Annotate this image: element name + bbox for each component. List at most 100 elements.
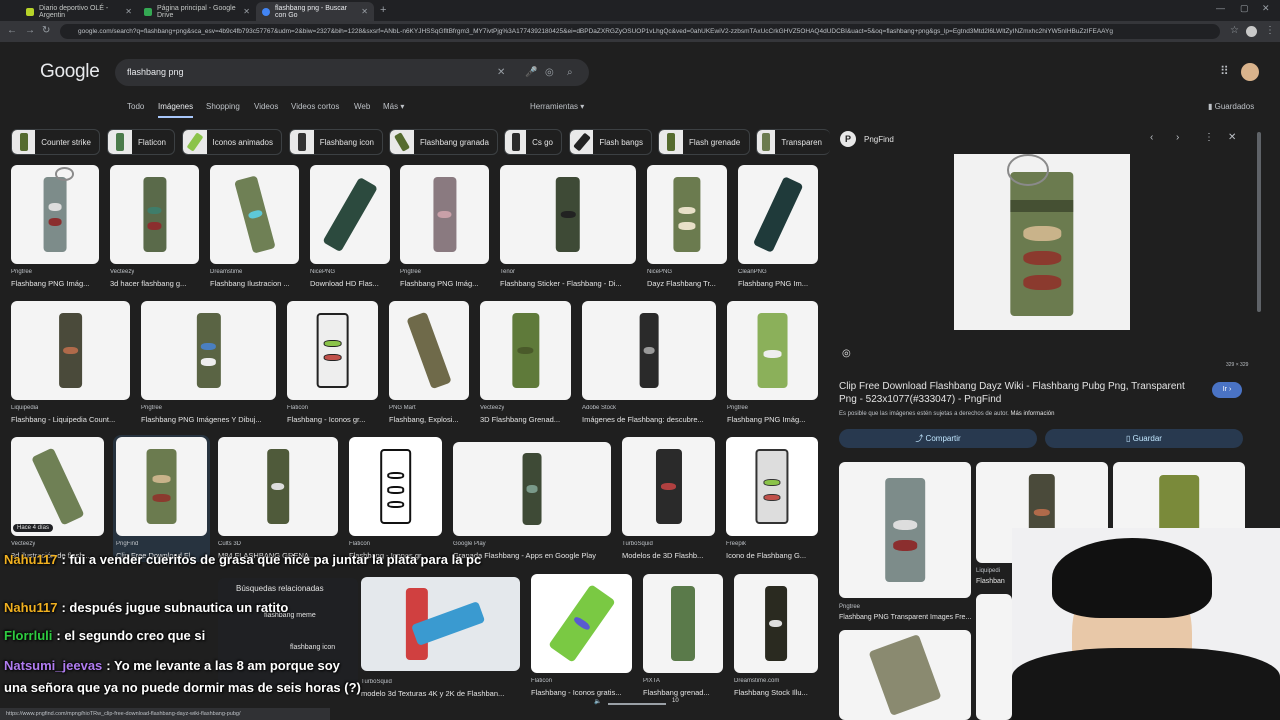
grenade-icon — [322, 176, 378, 253]
related-source: Pngtree — [839, 604, 861, 610]
chip-flash-grenade[interactable]: Flash grenade — [658, 129, 750, 155]
clear-icon[interactable]: ✕ — [497, 59, 505, 86]
image-result[interactable]: Freepik Icono de Flashbang G... — [726, 437, 818, 562]
minimize-icon[interactable]: — — [1216, 3, 1225, 13]
image-result-selected[interactable]: PngFind Clip Free Download Fl... — [113, 435, 210, 562]
image-result[interactable]: Pngtree Flashbang PNG Imág... — [400, 165, 489, 290]
tab-title: Página principal - Google Drive — [157, 4, 236, 19]
lens-icon[interactable]: ◎ — [545, 59, 554, 86]
maximize-icon[interactable]: ▢ — [1240, 3, 1249, 14]
related-image[interactable] — [839, 462, 971, 598]
chip-flash-bangs[interactable]: Flash bangs — [569, 129, 652, 155]
tab-mas[interactable]: Más ▾ — [383, 102, 404, 111]
panel-title[interactable]: Clip Free Download Flashbang Dayz Wiki -… — [839, 380, 1203, 406]
window-close-icon[interactable]: ✕ — [1262, 3, 1270, 14]
image-result[interactable]: Adobe Stock Imágenes de Flashbang: descub… — [582, 301, 716, 426]
image-result[interactable]: Flaticon Flashbang - Iconos gr... — [349, 437, 442, 562]
volume-track[interactable] — [608, 703, 666, 705]
chip-counter-strike[interactable]: Counter strike — [11, 129, 100, 155]
scrollbar[interactable] — [1257, 132, 1261, 312]
browser-tab-2[interactable]: Página principal - Google Drive ✕ — [138, 2, 256, 21]
image-result[interactable]: Dreamstime Flashbang Ilustracion ... — [210, 165, 299, 290]
grenade-icon — [196, 312, 221, 389]
image-result[interactable]: PIXTA Flashbang grenad... — [643, 574, 723, 702]
tab-videos[interactable]: Videos — [254, 102, 278, 111]
image-result[interactable]: TurboSquid Modelos de 3D Flashb... — [622, 437, 715, 562]
account-avatar[interactable] — [1241, 63, 1259, 81]
result-thumbnail — [11, 301, 130, 400]
browser-tab-1[interactable]: Diario deportivo OLÉ - Argentin ✕ — [20, 2, 138, 21]
chip-cs-go[interactable]: Cs go — [504, 129, 562, 155]
profile-avatar[interactable] — [1246, 26, 1257, 37]
image-result[interactable]: Dreamstime.com Flashbang Stock Illu... — [734, 574, 818, 702]
tab-todo[interactable]: Todo — [127, 102, 144, 111]
related-image[interactable] — [839, 630, 971, 720]
image-result[interactable]: CleanPNG Flashbang PNG Im... — [738, 165, 818, 290]
result-thumbnail — [738, 165, 818, 264]
new-tab-button[interactable]: + — [380, 4, 386, 16]
close-icon[interactable]: ✕ — [361, 7, 368, 16]
reload-icon[interactable]: ↻ — [42, 25, 50, 37]
grenade-icon — [146, 448, 177, 525]
image-result[interactable]: TurboSquid modelo 3d Texturas 4K y 2K de … — [361, 577, 520, 702]
next-icon[interactable]: › — [1176, 132, 1179, 143]
image-result[interactable]: NicePNG Dayz Flashbang Tr... — [647, 165, 727, 290]
grenade-icon — [885, 478, 925, 582]
close-icon[interactable]: ✕ — [125, 7, 132, 16]
tools-button[interactable]: Herramientas ▾ — [530, 102, 584, 111]
image-result[interactable]: Hace 4 días Vecteezy 3d ilustración de fla… — [11, 437, 104, 562]
image-result[interactable]: Pngtree Flashbang PNG Imág... — [11, 165, 99, 290]
close-icon[interactable]: ✕ — [243, 7, 250, 16]
image-result[interactable]: Flaticon Flashbang - Iconos gr... — [287, 301, 378, 426]
chip-flashbang-granada[interactable]: Flashbang granada — [389, 129, 498, 155]
back-icon[interactable]: ← — [7, 25, 17, 37]
image-result[interactable]: Vecteezy 3D Flashbang Grenad... — [480, 301, 571, 426]
chip-flaticon[interactable]: Flaticon — [107, 129, 175, 155]
result-source: PngFind — [116, 541, 139, 547]
save-button[interactable]: ▯ Guardar — [1045, 429, 1243, 448]
image-result[interactable]: Vecteezy 3d hacer flashbang g... — [110, 165, 199, 290]
grenade-icon — [755, 448, 789, 525]
saved-button[interactable]: ▮ Guardados — [1208, 102, 1254, 111]
image-result[interactable]: NicePNG Download HD Flas... — [310, 165, 390, 290]
chip-iconos-animados[interactable]: Iconos animados — [182, 129, 282, 155]
close-icon[interactable]: ✕ — [1228, 132, 1236, 143]
lens-icon[interactable]: ◎ — [842, 348, 851, 359]
search-icon[interactable]: ⌕ — [567, 59, 573, 86]
share-button[interactable]: ⤴ Compartir — [839, 429, 1037, 448]
search-input[interactable]: flashbang png ✕ 🎤 ◎ ⌕ — [115, 59, 589, 86]
related-item[interactable]: flashbang icon — [290, 644, 335, 651]
google-logo[interactable]: Google — [40, 61, 100, 83]
related-image[interactable] — [976, 594, 1012, 720]
tab-videos-cortos[interactable]: Videos cortos — [291, 102, 339, 111]
more-options-icon[interactable]: ⋮ — [1204, 132, 1214, 143]
chip-flashbang-icon[interactable]: Flashbang icon — [289, 129, 383, 155]
image-result[interactable]: Tenor Flashbang Sticker - Flashbang - Di.… — [500, 165, 636, 290]
microphone-icon[interactable]: 🎤 — [525, 59, 537, 86]
volume-slider[interactable]: 🔈 10 — [594, 698, 686, 710]
image-result[interactable]: Cults 3D M84 FLASHBANG GRENA... — [218, 437, 338, 562]
more-info-link[interactable]: Más información — [1010, 411, 1054, 417]
image-result[interactable]: Pngtree Flashbang PNG Imág... — [727, 301, 818, 426]
prev-icon[interactable]: ‹ — [1150, 132, 1153, 143]
visit-button[interactable]: Ir › — [1212, 382, 1242, 398]
tab-shopping[interactable]: Shopping — [206, 102, 240, 111]
bookmark-icon[interactable]: ☆ — [1230, 25, 1239, 37]
menu-icon[interactable]: ⋮ — [1265, 25, 1275, 37]
tab-imagenes[interactable]: Imágenes — [158, 102, 194, 118]
image-result[interactable]: Google Play Granada Flashbang - Apps en G… — [453, 437, 611, 562]
chip-label: Flash bangs — [599, 137, 643, 147]
image-result[interactable]: Liquipedia Flashbang - Liquipedia Count..… — [11, 301, 130, 426]
url-field[interactable]: google.com/search?q=flashbang+png&sca_es… — [60, 24, 1220, 39]
image-result[interactable]: PNG Mart Flashbang, Explosi... — [389, 301, 469, 426]
browser-tab-3[interactable]: flashbang png - Buscar con Go ✕ — [256, 2, 374, 21]
preview-image[interactable] — [954, 154, 1130, 330]
result-source: Flaticon — [349, 541, 371, 547]
tab-web[interactable]: Web — [354, 102, 370, 111]
panel-source[interactable]: PngFind — [864, 135, 894, 144]
forward-icon[interactable]: → — [25, 25, 35, 37]
image-result[interactable]: Flaticon Flashbang - Iconos gratis... — [531, 574, 632, 702]
apps-grid-icon[interactable]: ⠿ — [1220, 64, 1229, 78]
chip-transparent[interactable]: Transparen — [756, 129, 830, 155]
image-result[interactable]: Pngtree Flashbang PNG Imágenes Y Dibuj... — [141, 301, 276, 426]
